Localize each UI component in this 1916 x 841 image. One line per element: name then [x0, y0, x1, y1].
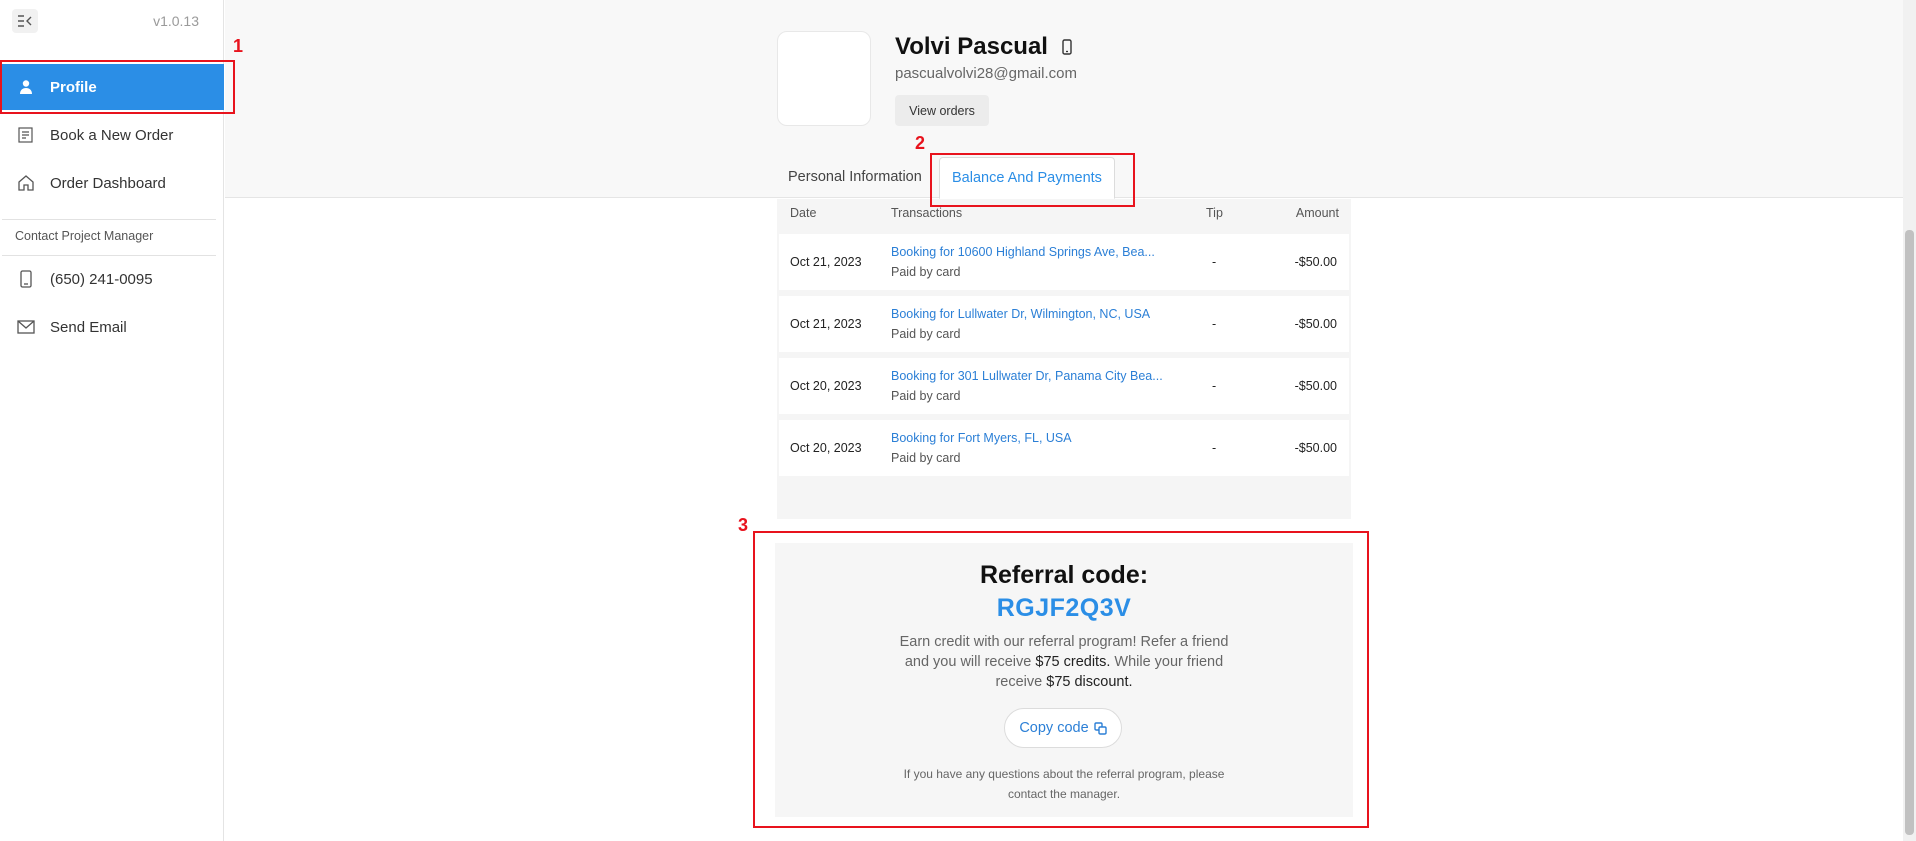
table-row: Oct 21, 2023 Booking for 10600 Highland … — [779, 234, 1349, 290]
transaction-link[interactable]: Booking for Fort Myers, FL, USA — [891, 431, 1072, 445]
sidebar-item-phone[interactable]: (650) 241-0095 — [2, 256, 224, 302]
transaction-link[interactable]: Booking for 301 Lullwater Dr, Panama Cit… — [891, 369, 1163, 383]
annotation-box-1 — [0, 60, 235, 114]
row-tip: - — [1212, 255, 1217, 269]
collapse-sidebar-button[interactable] — [12, 9, 38, 33]
sidebar-item-book-order[interactable]: Book a New Order — [2, 112, 224, 158]
payment-method: Paid by card — [891, 389, 961, 403]
page-scrollbar[interactable] — [1903, 0, 1916, 841]
sidebar-item-order-dashboard[interactable]: Order Dashboard — [2, 160, 224, 206]
column-header-transactions: Transactions — [891, 206, 963, 220]
column-header-date: Date — [790, 206, 817, 220]
row-amount: -$50.00 — [1294, 379, 1337, 393]
row-date: Oct 21, 2023 — [790, 255, 862, 269]
contact-section-title: Contact Project Manager — [15, 229, 154, 243]
row-date: Oct 20, 2023 — [790, 441, 862, 455]
column-header-tip: Tip — [1206, 206, 1223, 220]
sidebar-item-label: Order Dashboard — [50, 174, 166, 192]
row-amount: -$50.00 — [1294, 317, 1337, 331]
sidebar-item-label: (650) 241-0095 — [50, 270, 153, 288]
avatar — [777, 31, 871, 126]
row-tip: - — [1212, 379, 1217, 393]
table-row: Oct 21, 2023 Booking for Lullwater Dr, W… — [779, 296, 1349, 352]
row-tip: - — [1212, 441, 1217, 455]
mobile-phone-icon — [1062, 39, 1072, 55]
table-row: Oct 20, 2023 Booking for Fort Myers, FL,… — [779, 420, 1349, 476]
sidebar-divider — [2, 219, 216, 220]
row-tip: - — [1212, 317, 1217, 331]
transaction-link[interactable]: Booking for Lullwater Dr, Wilmington, NC… — [891, 307, 1150, 321]
row-amount: -$50.00 — [1294, 441, 1337, 455]
sidebar-item-label: Book a New Order — [50, 126, 174, 144]
sidebar-item-label: Send Email — [50, 318, 127, 336]
row-date: Oct 20, 2023 — [790, 379, 862, 393]
user-name: Volvi Pascual — [895, 33, 1072, 61]
collapse-icon — [18, 15, 32, 27]
row-amount: -$50.00 — [1294, 255, 1337, 269]
sidebar: v1.0.13 Profile Book a New Order Order D… — [0, 0, 224, 841]
home-icon — [16, 173, 36, 193]
payment-method: Paid by card — [891, 451, 961, 465]
table-row: Oct 20, 2023 Booking for 301 Lullwater D… — [779, 358, 1349, 414]
scrollbar-thumb[interactable] — [1905, 230, 1914, 835]
transactions-table: Date Transactions Tip Amount Oct 21, 202… — [777, 199, 1351, 519]
envelope-icon — [16, 317, 36, 337]
sidebar-item-send-email[interactable]: Send Email — [2, 304, 224, 350]
row-date: Oct 21, 2023 — [790, 317, 862, 331]
annotation-number-3: 3 — [738, 515, 749, 535]
payment-method: Paid by card — [891, 265, 961, 279]
app-version: v1.0.13 — [153, 13, 199, 29]
annotation-number-1: 1 — [233, 36, 244, 56]
transaction-link[interactable]: Booking for 10600 Highland Springs Ave, … — [891, 245, 1155, 259]
annotation-box-3 — [753, 531, 1369, 828]
order-form-icon — [16, 125, 36, 145]
annotation-box-2 — [930, 153, 1135, 207]
view-orders-button[interactable]: View orders — [895, 95, 989, 126]
annotation-number-2: 2 — [915, 133, 926, 153]
tab-personal-information[interactable]: Personal Information — [776, 157, 934, 197]
phone-icon — [16, 269, 36, 289]
column-header-amount: Amount — [1295, 206, 1339, 220]
user-email: pascualvolvi28@gmail.com — [895, 65, 1077, 82]
payment-method: Paid by card — [891, 327, 961, 341]
